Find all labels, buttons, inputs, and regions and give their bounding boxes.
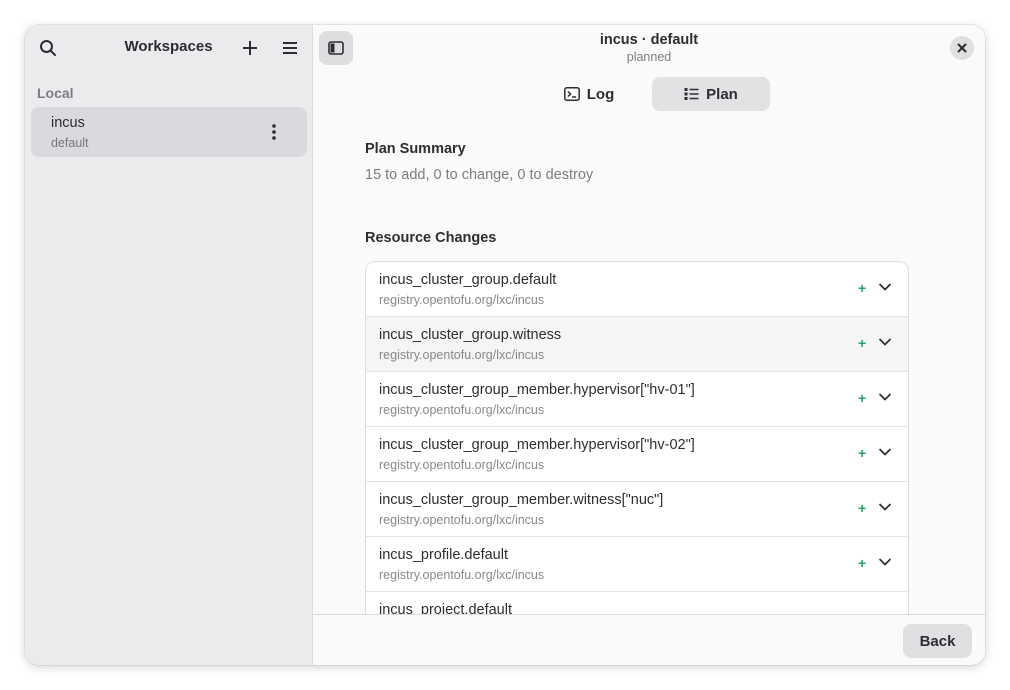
resource-changes-heading: Resource Changes (365, 230, 497, 246)
resource-provider: registry.opentofu.org/lxc/incus (379, 293, 545, 307)
resource-name: incus_project.default (379, 602, 512, 614)
chevron-down-icon[interactable] (878, 557, 892, 567)
resource-name: incus_cluster_group.default (379, 272, 557, 288)
tab-log[interactable]: Log (530, 77, 648, 111)
resource-row[interactable]: incus_cluster_group_member.witness["nuc"… (366, 482, 908, 537)
add-action-badge: + (858, 390, 867, 406)
terminal-icon (563, 87, 580, 101)
resource-row[interactable]: incus_cluster_group.witness registry.ope… (366, 317, 908, 372)
chevron-down-icon[interactable] (878, 392, 892, 402)
add-action-badge: + (858, 500, 867, 516)
plus-icon (243, 41, 257, 55)
main-menu-button[interactable] (273, 31, 307, 65)
chevron-down-icon[interactable] (878, 502, 892, 512)
plan-summary-text: 15 to add, 0 to change, 0 to destroy (365, 167, 594, 183)
close-button[interactable] (950, 36, 974, 60)
footer-bar: Back (313, 614, 985, 665)
resource-row[interactable]: incus_cluster_group_member.hypervisor["h… (366, 372, 908, 427)
sidebar-header: Workspaces (25, 25, 312, 71)
chevron-down-icon[interactable] (878, 282, 892, 292)
tab-plan-label: Plan (706, 85, 738, 103)
app-window: Workspaces Local incus default incus · d… (25, 25, 985, 665)
add-action-badge: + (858, 445, 867, 461)
resource-provider: registry.opentofu.org/lxc/incus (379, 348, 545, 362)
hamburger-menu-icon (283, 42, 297, 54)
resource-row[interactable]: incus_project.default (366, 592, 908, 614)
chevron-down-icon[interactable] (878, 337, 892, 347)
sidebar-title: Workspaces (124, 38, 213, 55)
close-icon (957, 43, 967, 53)
workspace-options-button[interactable] (259, 116, 289, 148)
resource-provider: registry.opentofu.org/lxc/incus (379, 458, 545, 472)
resource-row[interactable]: incus_profile.default registry.opentofu.… (366, 537, 908, 592)
add-action-badge: + (858, 280, 867, 296)
section-label-local: Local (37, 85, 74, 101)
resource-provider: registry.opentofu.org/lxc/incus (379, 403, 545, 417)
add-action-badge: + (858, 555, 867, 571)
resource-name: incus_cluster_group_member.hypervisor["h… (379, 437, 695, 453)
resource-row[interactable]: incus_cluster_group_member.hypervisor["h… (366, 427, 908, 482)
add-workspace-button[interactable] (233, 31, 267, 65)
plan-summary-heading: Plan Summary (365, 141, 466, 157)
chevron-down-icon[interactable] (878, 447, 892, 457)
tab-log-label: Log (586, 85, 615, 103)
resource-provider: registry.opentofu.org/lxc/incus (379, 513, 545, 527)
workspace-name: incus (51, 115, 85, 131)
resource-name: incus_cluster_group_member.hypervisor["h… (379, 382, 695, 398)
main-panel: incus · default planned Log Plan Plan Su… (313, 25, 985, 665)
sidebar: Workspaces Local incus default (25, 25, 313, 665)
page-title: incus · default (599, 32, 699, 48)
workspace-subtitle: default (51, 136, 89, 150)
resource-provider: registry.opentofu.org/lxc/incus (379, 568, 545, 582)
workspace-item[interactable]: incus default (31, 107, 307, 157)
view-switcher: Log Plan (530, 77, 770, 111)
resource-row[interactable]: incus_cluster_group.default registry.ope… (366, 262, 908, 317)
resource-list: incus_cluster_group.default registry.ope… (365, 261, 909, 614)
resource-name: incus_cluster_group_member.witness["nuc"… (379, 492, 664, 508)
back-button[interactable]: Back (903, 624, 972, 658)
list-icon (684, 88, 699, 100)
more-vertical-icon (272, 124, 276, 140)
plan-content[interactable]: Plan Summary 15 to add, 0 to change, 0 t… (365, 113, 909, 614)
page-subtitle: planned (626, 50, 672, 64)
resource-name: incus_profile.default (379, 547, 508, 563)
tab-plan[interactable]: Plan (652, 77, 770, 111)
add-action-badge: + (858, 335, 867, 351)
main-header: incus · default planned (313, 25, 985, 71)
resource-name: incus_cluster_group.witness (379, 327, 562, 343)
